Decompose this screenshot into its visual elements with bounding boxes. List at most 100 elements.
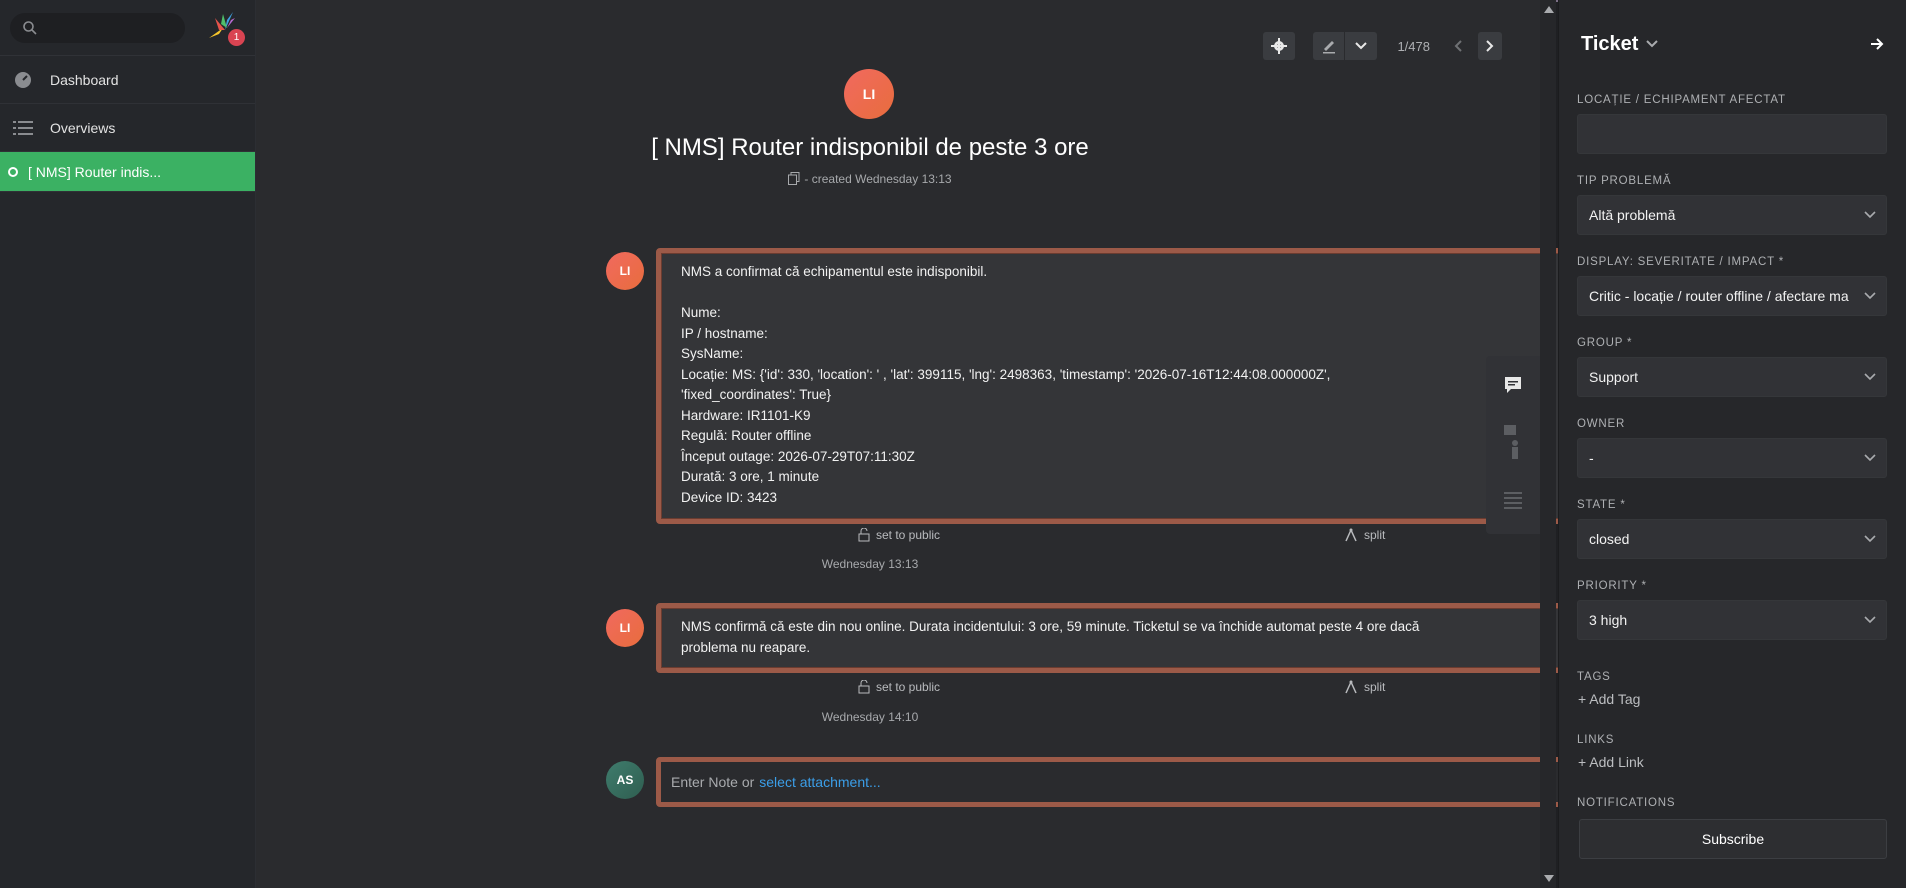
copy-icon[interactable] (788, 172, 800, 185)
tab-status-icon (8, 166, 18, 177)
subscribe-button[interactable]: Subscribe (1579, 819, 1887, 859)
tags-section: Tags + Add Tag (1559, 671, 1906, 707)
edit-button[interactable] (1313, 32, 1346, 60)
field-problem-type: Tip problemă Altă problemă (1559, 175, 1906, 235)
article-line: 'fixed_coordinates': True} (681, 387, 831, 402)
field-group: Group * Support (1559, 337, 1906, 397)
location-input[interactable] (1577, 114, 1887, 154)
add-tag-link[interactable]: + Add Tag (1559, 691, 1906, 707)
notification-badge: 1 (228, 28, 245, 46)
chevron-down-icon (1355, 42, 1368, 50)
set-to-public-label: set to public (876, 528, 941, 542)
field-value: - (1589, 450, 1594, 466)
set-to-public-label: set to public (876, 680, 941, 694)
list-icon (12, 117, 34, 139)
pencil-icon (1322, 41, 1335, 54)
problem-type-select[interactable]: Altă problemă (1577, 195, 1887, 235)
field-value: closed (1589, 531, 1630, 547)
chevron-down-icon (1864, 616, 1876, 624)
nav-item-label: Dashboard (50, 71, 119, 88)
scroll-up-icon[interactable] (1544, 6, 1554, 13)
nav-tab-label: [ NMS] Router indis... (28, 163, 162, 180)
owner-select[interactable]: - (1577, 438, 1887, 478)
sidebar-header: Ticket (1559, 0, 1906, 88)
ticket-created-info: - created Wednesday 13:13 (256, 172, 1484, 186)
field-label: Owner (1577, 418, 1626, 430)
split-action[interactable]: split (1344, 528, 1385, 542)
split-action[interactable]: split (1344, 680, 1385, 694)
article-line: Nume: (681, 305, 721, 320)
chevron-left-icon (1454, 40, 1462, 52)
article-line: NMS confirmă că este din nou online. Dur… (681, 619, 1420, 634)
tab-ticket[interactable] (1486, 356, 1540, 414)
ticket-title[interactable]: [ NMS] Router indisponibil de peste 3 or… (256, 134, 1484, 162)
chevron-down-icon (1864, 211, 1876, 219)
ticket-pager: 1/478 (1397, 38, 1430, 54)
field-value: 3 high (1589, 612, 1628, 628)
search-input[interactable] (10, 12, 186, 43)
app-logo[interactable]: 1 (205, 8, 245, 48)
field-value: Altă problemă (1589, 207, 1676, 223)
article-line: IP / hostname: (681, 325, 768, 341)
field-label: Locație / Echipament afectat (1577, 94, 1786, 106)
settings-button[interactable] (1263, 32, 1296, 60)
article-line: Locație: MS: {'id': 330, 'location': ' ,… (681, 366, 1331, 382)
nav-item-dashboard[interactable]: Dashboard (0, 56, 255, 104)
next-ticket-button[interactable] (1478, 32, 1502, 60)
previous-ticket-button[interactable] (1446, 32, 1470, 60)
article-line: Device ID: 3423 (681, 489, 778, 505)
chevron-right-icon (1486, 40, 1494, 52)
severity-select[interactable]: Critic - locație / router offline / afec… (1577, 276, 1887, 316)
customer-avatar[interactable]: LI (844, 69, 894, 119)
split-icon (1345, 680, 1357, 694)
chevron-down-icon (1864, 454, 1876, 462)
field-label: Group * (1577, 337, 1633, 349)
unlock-icon (858, 680, 870, 694)
ticket-sidebar: Ticket Locație / Echipament afectat Tip … (1558, 0, 1906, 888)
macro-dropdown-button[interactable] (1345, 32, 1377, 60)
chevron-down-icon (1864, 373, 1876, 381)
dashboard-icon (12, 69, 34, 91)
group-select[interactable]: Support (1577, 357, 1887, 397)
nav-item-overviews[interactable]: Overviews (0, 104, 255, 152)
notifications-label: Notifications (1577, 797, 1676, 809)
article-avatar[interactable]: LI (606, 609, 644, 647)
scroll-down-icon[interactable] (1544, 875, 1554, 882)
article-line: NMS a confirmat că echipamentul este ind… (681, 264, 988, 279)
state-select[interactable]: closed (1577, 519, 1887, 559)
article-avatar[interactable]: LI (606, 252, 644, 290)
select-attachment-link[interactable]: select attachment... (759, 774, 880, 790)
arrow-right-icon[interactable] (1870, 38, 1884, 50)
gear-icon (1271, 38, 1288, 54)
set-to-public-action[interactable]: set to public (858, 680, 940, 694)
article-line (681, 283, 1571, 304)
tab-customer[interactable] (1486, 414, 1540, 472)
split-label: split (1364, 528, 1386, 542)
tags-label: Tags (1577, 671, 1611, 683)
nav-tab-open-ticket[interactable]: [ NMS] Router indis... (0, 152, 255, 192)
add-link-link[interactable]: + Add Link (1559, 754, 1906, 770)
priority-select[interactable]: 3 high (1577, 600, 1887, 640)
notifications-section: Notifications Subscribe (1559, 797, 1906, 859)
article-line: Hardware: IR1101-K9 (681, 407, 811, 423)
field-value: Critic - locație / router offline / afec… (1589, 288, 1849, 304)
chevron-down-icon[interactable] (1646, 40, 1659, 48)
article-line: problema nu reapare. (681, 639, 811, 655)
unlock-icon (858, 528, 870, 542)
article-line: Durată: 3 ore, 1 minute (681, 469, 820, 484)
created-label: - created Wednesday 13:13 (804, 172, 952, 186)
field-owner: Owner - (1559, 418, 1906, 478)
set-to-public-action[interactable]: set to public (858, 528, 940, 542)
field-label: Display: Severitate / Impact * (1577, 256, 1784, 268)
field-label: State * (1577, 499, 1626, 511)
tab-organization[interactable] (1486, 472, 1540, 530)
agent-avatar[interactable]: AS (606, 761, 644, 799)
field-value: Support (1589, 369, 1639, 385)
sidebar-title[interactable]: Ticket (1581, 33, 1638, 56)
note-input[interactable]: Enter Note or select attachment... (656, 757, 1596, 807)
customer-icon (1504, 425, 1518, 459)
main-scrollbar[interactable] (1540, 0, 1556, 888)
field-label: Priority * (1577, 580, 1647, 592)
note-placeholder: Enter Note or (671, 774, 755, 790)
field-state: State * closed (1559, 499, 1906, 559)
